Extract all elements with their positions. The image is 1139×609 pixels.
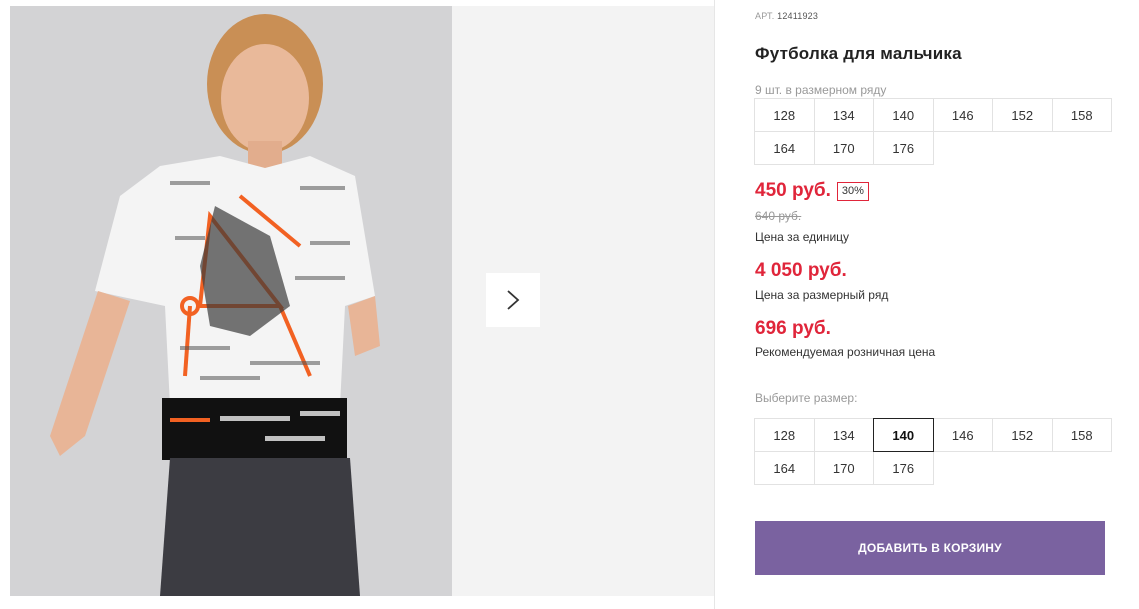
- size-row-cell: 176: [873, 131, 934, 165]
- article-label: АРТ.: [755, 11, 775, 21]
- size-option[interactable]: 176: [873, 451, 934, 485]
- discount-badge: 30%: [836, 181, 869, 201]
- size-picker: 128 134 140 146 152 158 164 170 176: [754, 418, 1112, 485]
- price-current-row: 450 руб. 30%: [755, 180, 869, 202]
- size-row-cell: 152: [992, 98, 1053, 132]
- row-price: 4 050 руб.: [755, 260, 847, 281]
- row-price-note: Цена за размерный ряд: [755, 288, 889, 302]
- rrp-price: 696 руб.: [755, 318, 831, 339]
- product-photo[interactable]: [10, 6, 452, 596]
- row-quantity-note: 9 шт. в размерном ряду: [755, 83, 887, 97]
- add-to-cart-button[interactable]: ДОБАВИТЬ В КОРЗИНУ: [755, 521, 1105, 575]
- article-value: 12411923: [777, 11, 819, 21]
- gallery-next-button[interactable]: [486, 273, 540, 327]
- size-row-cell: 140: [873, 98, 934, 132]
- size-option[interactable]: 164: [754, 451, 815, 485]
- size-option[interactable]: 170: [813, 451, 874, 485]
- size-option[interactable]: 134: [813, 418, 874, 452]
- size-option[interactable]: 152: [992, 418, 1053, 452]
- size-row-cell: 158: [1051, 98, 1112, 132]
- size-row-cell: 170: [813, 131, 874, 165]
- size-row-cell: 134: [813, 98, 874, 132]
- product-gallery: [0, 0, 714, 609]
- size-row-cell: 164: [754, 131, 815, 165]
- size-row-grid: 128 134 140 146 152 158 164 170 176: [754, 98, 1112, 165]
- price-old: 640 руб.: [755, 209, 802, 223]
- panel-divider: [714, 0, 715, 609]
- choose-size-label: Выберите размер:: [755, 391, 858, 405]
- price-current: 450 руб.: [755, 180, 831, 201]
- product-title: Футболка для мальчика: [755, 44, 962, 63]
- chevron-right-icon: [507, 290, 520, 310]
- product-panel: АРТ. 12411923 Футболка для мальчика 9 шт…: [754, 0, 1115, 609]
- size-option[interactable]: 158: [1051, 418, 1112, 452]
- size-option[interactable]: 146: [932, 418, 993, 452]
- rrp-note: Рекомендуемая розничная цена: [755, 345, 936, 359]
- size-row-cell: 128: [754, 98, 815, 132]
- size-row-cell: 146: [932, 98, 993, 132]
- unit-price-note: Цена за единицу: [755, 230, 850, 244]
- size-option-selected[interactable]: 140: [873, 418, 934, 452]
- size-option[interactable]: 128: [754, 418, 815, 452]
- product-photo-illustration: [10, 6, 452, 596]
- article-number: АРТ. 12411923: [755, 11, 818, 21]
